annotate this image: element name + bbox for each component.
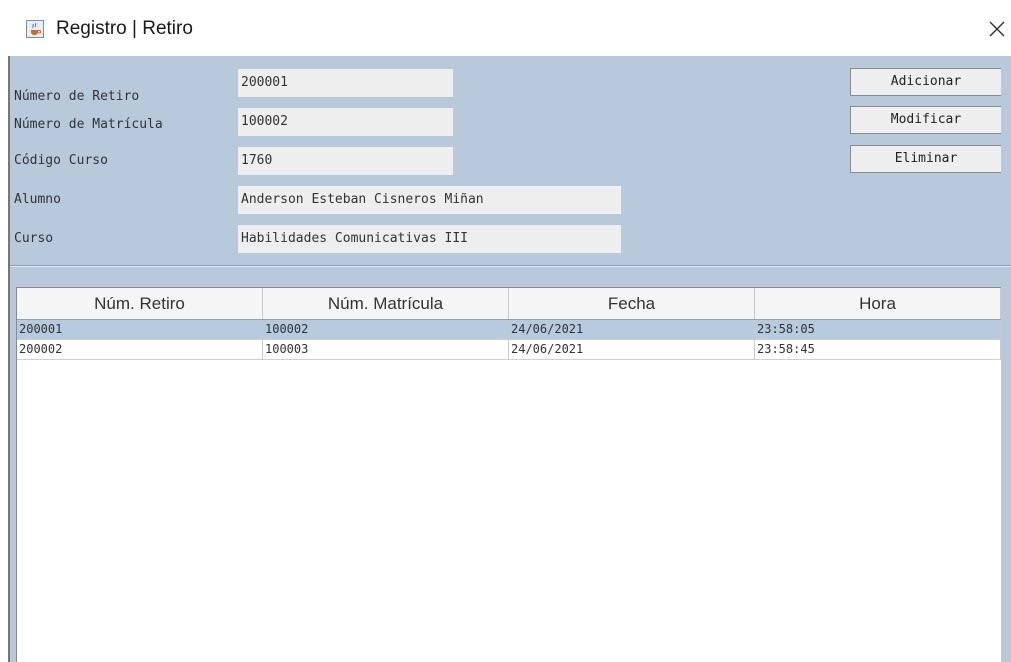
window-title: Registro | Retiro	[56, 18, 193, 39]
close-icon[interactable]	[985, 14, 1011, 44]
retiros-table[interactable]: Núm. Retiro Núm. Matrícula Fecha Hora 20…	[16, 287, 1001, 662]
table-cell: 200001	[17, 320, 263, 340]
table-cell: 23:58:05	[755, 320, 1001, 340]
alumno-label: Alumno	[14, 192, 61, 207]
table-cell: 200002	[17, 340, 263, 360]
eliminar-button[interactable]: Eliminar	[850, 145, 1001, 173]
alumno-field[interactable]: Anderson Esteban Cisneros Miñan	[238, 186, 621, 214]
separator	[10, 265, 1011, 267]
column-header-fecha[interactable]: Fecha	[509, 288, 755, 319]
curso-label: Curso	[14, 231, 54, 246]
table-header: Núm. Retiro Núm. Matrícula Fecha Hora	[17, 288, 1001, 320]
column-header-num-matricula[interactable]: Núm. Matrícula	[263, 288, 509, 319]
codigo-curso-field[interactable]: 1760	[238, 147, 453, 175]
table-cell: 24/06/2021	[509, 320, 755, 340]
table-cell: 24/06/2021	[509, 340, 755, 360]
numero-matricula-label: Número de Matrícula	[14, 117, 163, 132]
curso-field[interactable]: Habilidades Comunicativas III	[238, 225, 621, 253]
modificar-button[interactable]: Modificar	[850, 106, 1001, 134]
column-header-num-retiro[interactable]: Núm. Retiro	[17, 288, 263, 319]
table-row[interactable]: 200001 100002 24/06/2021 23:58:05	[17, 320, 1001, 340]
adicionar-button[interactable]: Adicionar	[850, 68, 1001, 96]
java-cup-icon	[26, 20, 44, 38]
codigo-curso-label: Código Curso	[14, 153, 108, 168]
numero-retiro-field[interactable]: 200001	[238, 69, 453, 97]
table-cell: 23:58:45	[755, 340, 1001, 360]
title-bar: Registro | Retiro	[0, 0, 1011, 56]
numero-matricula-field[interactable]: 100002	[238, 108, 453, 136]
numero-retiro-label: Número de Retiro	[14, 89, 140, 104]
table-row[interactable]: 200002 100003 24/06/2021 23:58:45	[17, 340, 1001, 360]
registro-retiro-window: Registro | Retiro Número de Retiro 20000…	[0, 0, 1011, 662]
table-cell: 100002	[263, 320, 509, 340]
column-header-hora[interactable]: Hora	[755, 288, 1001, 319]
table-cell: 100003	[263, 340, 509, 360]
